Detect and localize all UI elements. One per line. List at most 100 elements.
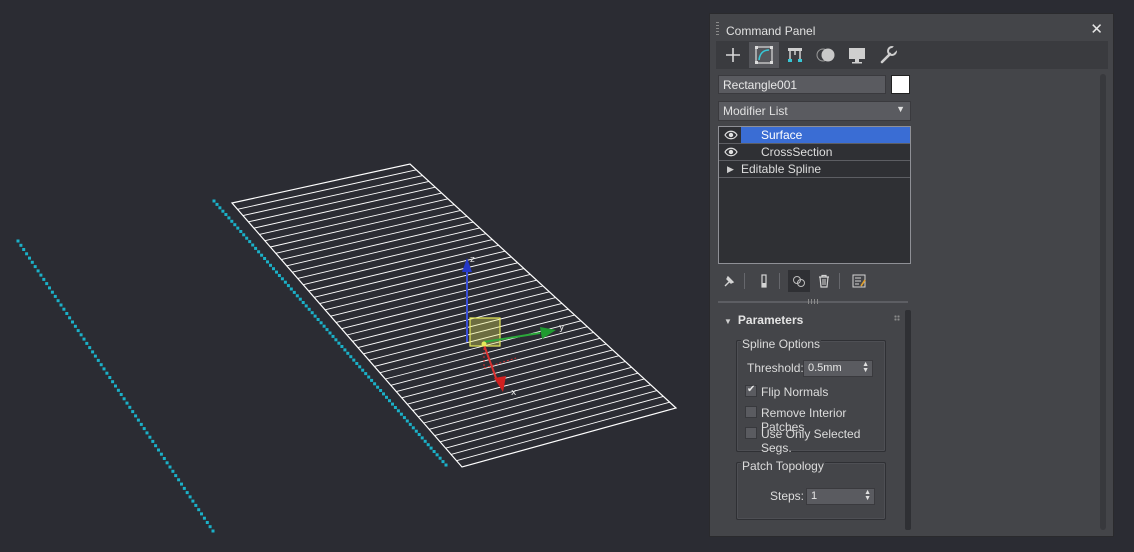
spline-vertex	[148, 435, 152, 439]
stack-item-surface[interactable]: Surface	[719, 127, 910, 144]
spinner-arrows-icon[interactable]: ▲ ▼	[862, 361, 869, 374]
threshold-spinner[interactable]: 0.5mm ▲ ▼	[803, 360, 873, 377]
stack-item-crosssection[interactable]: CrossSection	[719, 144, 910, 161]
splitter-grip-icon[interactable]	[808, 299, 820, 304]
steps-spinner[interactable]: 1 ▲ ▼	[806, 488, 875, 505]
spline-vertex	[280, 277, 284, 281]
spline-vertex	[119, 393, 123, 396]
motion-sphere-icon	[816, 48, 835, 62]
spline-vertex	[202, 516, 206, 520]
parameters-rollout-header[interactable]: ▼ Parameters	[724, 313, 803, 327]
spline-vertex	[68, 316, 72, 320]
gizmo-y-label: y	[559, 323, 565, 333]
configure-modifier-sets-button[interactable]	[848, 270, 870, 292]
rollout-grip-icon[interactable]	[894, 315, 900, 321]
spline-vertex	[194, 503, 198, 507]
make-unique-button[interactable]	[788, 270, 810, 292]
spline-vertex	[205, 521, 209, 524]
display-tab[interactable]	[842, 42, 872, 68]
motion-tab[interactable]	[811, 42, 841, 68]
remove-modifier-button[interactable]	[813, 270, 835, 292]
spline-vertex	[65, 312, 69, 315]
parameters-title: Parameters	[737, 313, 804, 327]
spline-vertex	[277, 274, 281, 277]
surface-edge-line	[314, 250, 506, 298]
spline-vertex	[88, 346, 92, 350]
close-icon[interactable]: ✕	[1090, 20, 1103, 38]
utilities-tab[interactable]	[873, 42, 903, 68]
modifier-list-dropdown[interactable]: Modifier List ▼	[718, 101, 911, 121]
cross-section-spline-right[interactable]	[212, 199, 448, 467]
remove-interior-patches-checkbox[interactable]	[745, 406, 757, 418]
viewport-canvas[interactable]: z y x	[0, 0, 705, 552]
viewport[interactable]: z y x	[0, 0, 705, 552]
stack-item-label: Surface	[741, 127, 910, 143]
command-panel-tabs	[716, 41, 1108, 69]
spline-vertex	[185, 491, 189, 495]
spline-vertex	[82, 337, 86, 341]
surface-mesh[interactable]	[230, 163, 678, 468]
hierarchy-tab[interactable]	[780, 42, 810, 68]
spinner-arrows-icon[interactable]: ▲ ▼	[864, 489, 871, 502]
use-only-selected-segs-checkbox[interactable]	[745, 427, 757, 439]
spline-vertex	[304, 304, 308, 308]
surface-edge-line	[319, 256, 512, 305]
spline-vertex	[376, 385, 380, 389]
spline-vertex	[62, 307, 66, 311]
spline-vertex	[313, 314, 317, 318]
command-panel-titlebar[interactable]: Command Panel ✕	[710, 14, 1113, 44]
surface-edge-line	[368, 308, 569, 361]
steps-label: Steps:	[770, 489, 805, 503]
make-unique-icon	[793, 276, 805, 287]
spline-vertex	[171, 469, 175, 473]
spline-vertex	[182, 486, 186, 490]
spline-vertex	[364, 372, 368, 376]
pin-stack-button[interactable]	[718, 270, 740, 292]
object-color-swatch[interactable]	[891, 75, 910, 94]
show-end-result-button[interactable]	[753, 270, 775, 292]
expand-triangle-icon[interactable]: ▶	[727, 164, 734, 175]
surface-edge-line	[330, 268, 525, 317]
modify-tab[interactable]	[749, 42, 779, 68]
spline-vertex	[159, 452, 163, 456]
spline-vertex	[230, 219, 234, 223]
surface-edge-line	[429, 372, 639, 430]
stack-item-editable-spline[interactable]: ▶ Editable Spline	[719, 161, 910, 178]
threshold-label: Threshold:	[747, 361, 804, 375]
spline-vertex	[331, 334, 335, 338]
cross-section-spline-left[interactable]	[16, 239, 215, 533]
panel-scrollbar[interactable]	[1100, 74, 1106, 530]
gizmo-x-axis[interactable]	[483, 344, 497, 379]
gizmo-x-label: x	[511, 388, 517, 398]
spline-vertex	[385, 395, 388, 399]
spline-vertex	[224, 213, 228, 216]
spline-vertex	[125, 401, 129, 405]
spline-vertex	[50, 290, 54, 294]
spline-vertex	[254, 246, 258, 250]
remove-modifier-icon	[819, 274, 829, 288]
drag-grip-icon[interactable]	[716, 22, 719, 36]
spline-vertex	[145, 431, 149, 435]
eye-icon[interactable]	[724, 147, 738, 157]
threshold-value: 0.5mm	[808, 362, 842, 374]
modifier-list-label: Modifier List	[723, 104, 788, 118]
spline-vertex	[71, 320, 74, 324]
spline-vertex	[251, 243, 255, 247]
spline-vertex	[361, 368, 365, 372]
spline-vertex	[116, 388, 120, 392]
spline-vertex	[435, 453, 439, 457]
spline-vertex	[128, 405, 132, 409]
eye-icon[interactable]	[724, 130, 738, 140]
rollout-scrollbar[interactable]	[905, 310, 911, 530]
surface-edge-line	[363, 302, 563, 355]
flip-normals-checkbox[interactable]	[745, 384, 757, 397]
gizmo-x-arrow[interactable]	[494, 376, 506, 392]
spline-vertex	[352, 358, 356, 362]
spline-vertex	[367, 375, 371, 379]
spline-vertex	[411, 426, 415, 430]
gizmo-pivot	[481, 341, 487, 347]
spline-vertex	[197, 508, 201, 512]
object-name-field[interactable]: Rectangle001	[718, 75, 886, 94]
create-tab[interactable]	[718, 42, 748, 68]
spline-vertex	[162, 457, 166, 460]
